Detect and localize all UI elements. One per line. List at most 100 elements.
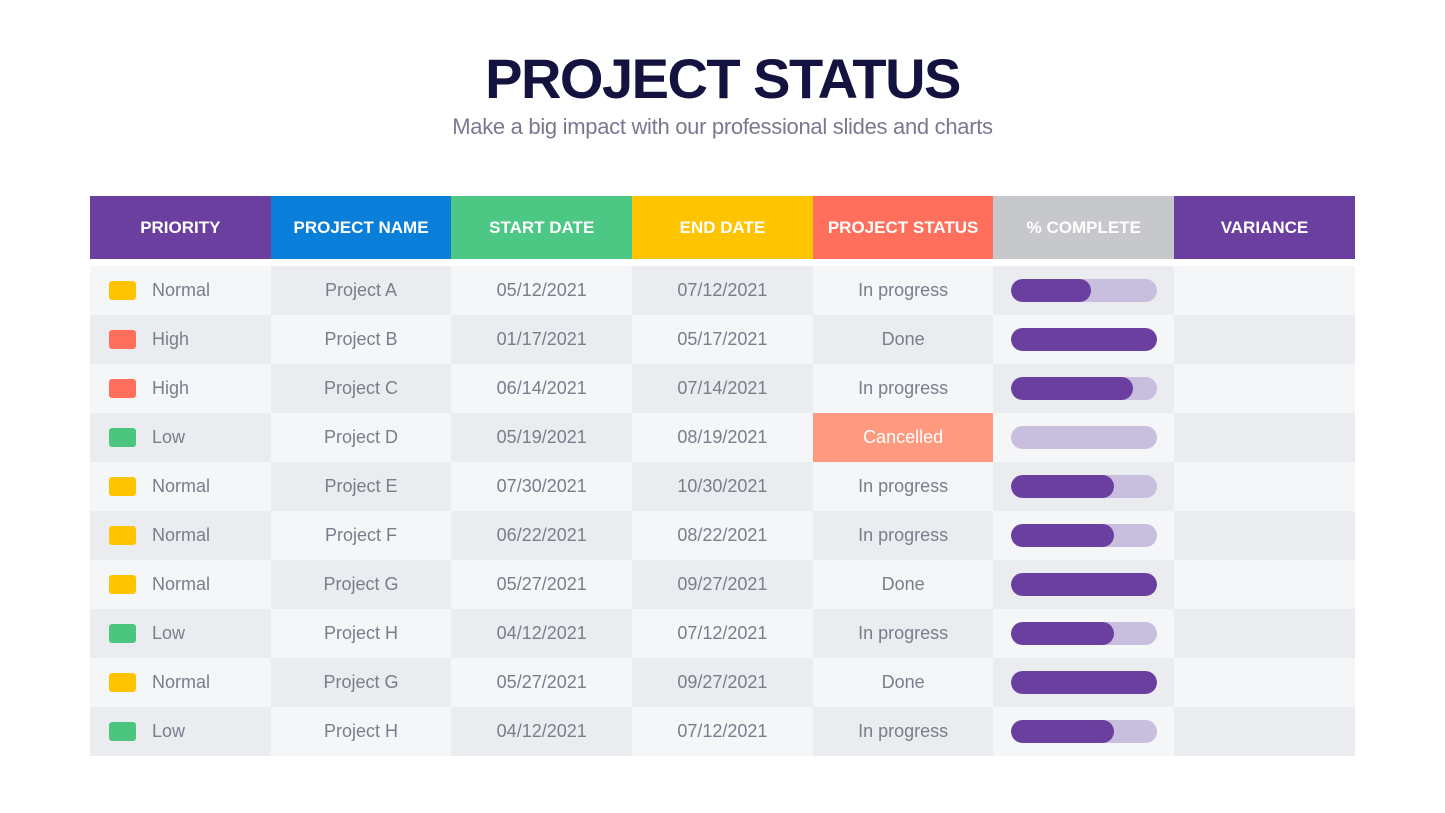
table-row: Low Project H 04/12/2021 07/12/2021 In progr… [90,609,1355,658]
priority-cell: Normal [90,560,271,609]
progress-bar-fill [1010,328,1157,351]
page-title: PROJECT STATUS [485,47,961,110]
project-status-cell: In progress [812,707,994,756]
priority-label: Normal [152,574,211,594]
project-status-cell: In progress [812,266,994,315]
header-percent-complete: % COMPLETE [993,196,1175,259]
project-status-cell: In progress [812,511,994,560]
project-status-cell: Cancelled [812,413,994,462]
progress-bar [1010,720,1157,743]
table-row: Normal Project G 05/27/2021 09/27/2021 Done [90,560,1355,609]
priority-cell: Low [90,707,271,756]
priority-label: Normal [152,672,211,692]
variance-cell [1174,462,1355,511]
progress-bar-fill [1010,573,1157,596]
header-end-date: END DATE [632,196,813,259]
project-name-cell: Project H [270,609,452,658]
priority-label: High [152,378,190,398]
progress-bar-fill [1010,720,1115,743]
project-status-cell: In progress [812,364,994,413]
percent-complete-cell [993,364,1175,413]
percent-complete-cell [993,560,1175,609]
header-variance: VARIANCE [1174,196,1355,259]
priority-cell: Low [90,413,271,462]
priority-label: Normal [152,280,211,300]
project-status-cell: Done [812,315,994,364]
end-date-cell: 08/22/2021 [632,511,813,560]
table-row: High Project C 06/14/2021 07/14/2021 In prog… [90,364,1355,413]
priority-label: High [152,329,190,349]
progress-bar [1010,524,1157,547]
end-date-cell: 07/12/2021 [632,707,813,756]
progress-bar-fill [1010,377,1134,400]
priority-swatch-icon [109,330,136,349]
priority-label: Low [152,721,186,741]
percent-complete-cell [993,315,1175,364]
header-start-date: START DATE [451,196,633,259]
progress-bar [1010,377,1157,400]
variance-cell [1174,364,1355,413]
table-row: High Project B 01/17/2021 05/17/2021 Done [90,315,1355,364]
project-status-cell: Done [812,560,994,609]
priority-label: Low [152,623,186,643]
progress-bar [1010,573,1157,596]
project-status-cell: Done [812,658,994,707]
percent-complete-cell [993,413,1175,462]
priority-swatch-icon [109,722,136,741]
project-name-cell: Project F [270,511,452,560]
project-status-table: PRIORITY PROJECT NAME START DATE END DATE PR… [90,196,1355,756]
start-date-cell: 04/12/2021 [451,707,633,756]
percent-complete-cell [993,266,1175,315]
progress-bar-fill [1010,622,1115,645]
table-row: Normal Project F 06/22/2021 08/22/2021 In pr… [90,511,1355,560]
start-date-cell: 06/22/2021 [451,511,633,560]
variance-cell [1174,609,1355,658]
project-name-cell: Project C [270,364,452,413]
end-date-cell: 07/12/2021 [632,609,813,658]
table-row: Normal Project E 07/30/2021 10/30/2021 In pr… [90,462,1355,511]
table-row: Normal Project A 05/12/2021 07/12/2021 In pr… [90,266,1355,315]
priority-cell: High [90,364,271,413]
header-project-name: PROJECT NAME [270,196,452,259]
project-name-cell: Project D [270,413,452,462]
end-date-cell: 05/17/2021 [632,315,813,364]
variance-cell [1174,413,1355,462]
header-project-status: PROJECT STATUS [812,196,994,259]
priority-swatch-icon [109,477,136,496]
project-name-cell: Project B [270,315,452,364]
progress-bar-fill [1010,279,1092,302]
priority-cell: Normal [90,266,271,315]
project-status-cell: In progress [812,609,994,658]
end-date-cell: 09/27/2021 [632,560,813,609]
project-status-cell: In progress [812,462,994,511]
priority-swatch-icon [109,673,136,692]
percent-complete-cell [993,462,1175,511]
end-date-cell: 09/27/2021 [632,658,813,707]
priority-label: Low [152,427,186,447]
project-name-cell: Project E [270,462,452,511]
priority-swatch-icon [109,624,136,643]
progress-bar [1010,671,1157,694]
priority-cell: Low [90,609,271,658]
priority-cell: Normal [90,658,271,707]
end-date-cell: 08/19/2021 [632,413,813,462]
table-row: Low Project D 05/19/2021 08/19/2021 Cancelle… [90,413,1355,462]
variance-cell [1174,266,1355,315]
priority-swatch-icon [109,575,136,594]
progress-bar-fill [1010,524,1115,547]
start-date-cell: 07/30/2021 [451,462,633,511]
percent-complete-cell [993,707,1175,756]
start-date-cell: 01/17/2021 [451,315,633,364]
project-name-cell: Project H [270,707,452,756]
start-date-cell: 05/27/2021 [451,658,633,707]
progress-bar [1010,279,1157,302]
variance-cell [1174,511,1355,560]
table-header: PRIORITY PROJECT NAME START DATE END DATE PR… [90,196,1355,259]
end-date-cell: 07/14/2021 [632,364,813,413]
progress-bar [1010,328,1157,351]
variance-cell [1174,315,1355,364]
priority-cell: High [90,315,271,364]
priority-label: Normal [152,476,211,496]
priority-cell: Normal [90,511,271,560]
project-name-cell: Project G [270,658,452,707]
